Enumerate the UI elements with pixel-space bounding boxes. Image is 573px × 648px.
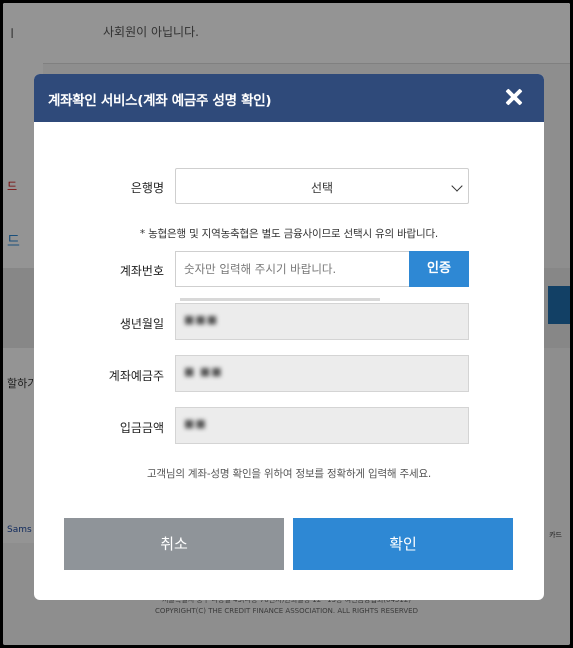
bank-select-value: 선택: [310, 181, 334, 195]
info-text: 고객님의 계좌-성명 확인을 위하여 정보를 정확하게 입력해 주세요.: [146, 468, 432, 480]
account-number-input[interactable]: [175, 251, 409, 287]
close-icon[interactable]: [502, 85, 526, 109]
holder-value: ■ ■■: [184, 365, 223, 378]
cancel-button[interactable]: 취소: [64, 518, 284, 570]
birth-field: ■■■: [175, 303, 469, 340]
account-verification-modal: 계좌확인 서비스(계좌 예금주 성명 확인) 은행명 선택 * 농협은행 및 지…: [34, 74, 544, 600]
modal-header: 계좌확인 서비스(계좌 예금주 성명 확인): [34, 74, 544, 122]
confirm-button[interactable]: 확인: [293, 518, 513, 570]
holder-field: ■ ■■: [175, 355, 469, 392]
account-label: 계좌번호: [119, 264, 164, 278]
bank-label: 은행명: [130, 181, 164, 195]
amount-label: 입금금액: [119, 421, 164, 435]
bank-select[interactable]: 선택: [175, 168, 469, 204]
auth-button[interactable]: 인증: [409, 251, 469, 287]
amount-field: ■■: [175, 407, 469, 444]
birth-label: 생년월일: [119, 317, 164, 331]
birth-value: ■■■: [184, 313, 219, 326]
modal-title: 계좌확인 서비스(계좌 예금주 성명 확인): [48, 93, 272, 109]
holder-label: 계좌예금주: [108, 369, 164, 383]
divider: [180, 298, 380, 301]
amount-value: ■■: [184, 417, 207, 430]
bank-note: * 농협은행 및 지역농축협은 별도 금융사이므로 선택시 유의 바랍니다.: [139, 228, 439, 240]
